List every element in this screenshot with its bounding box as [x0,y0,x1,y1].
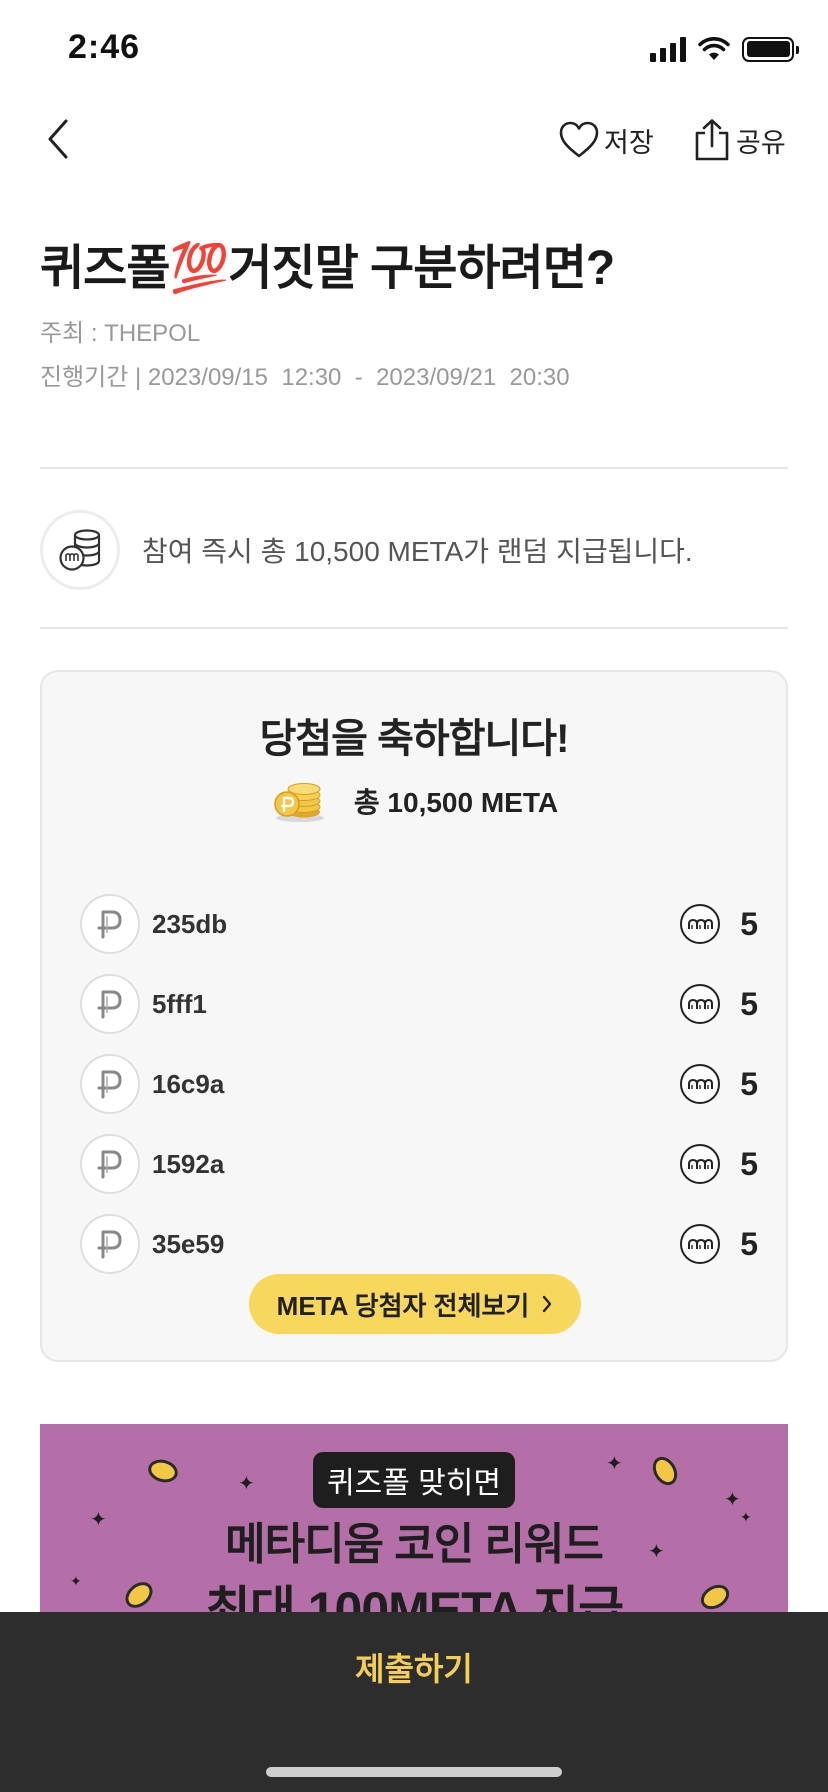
chevron-left-icon [48,119,68,159]
winner-id: 235db [152,908,228,939]
pol-logo-icon [97,990,122,1019]
banner-pill: 퀴즈폴 맞히면 [313,1452,515,1508]
coin-decoration-icon [647,1452,683,1490]
winner-id: 5fff1 [152,988,207,1019]
avatar [80,1214,140,1274]
winner-amount: 5 [740,1145,758,1182]
pol-logo-icon [97,1150,122,1179]
avatar [80,974,140,1034]
pol-logo-icon [97,1230,122,1259]
winner-row: 16c9a 5 [80,1044,758,1124]
winner-amount: 5 [740,905,758,942]
share-label: 공유 [736,127,786,158]
reward-info: 참여 즉시 총 10,500 META가 랜덤 지급됩니다. [40,509,788,591]
meta-coin-icon [680,984,720,1024]
sparkle-icon: ✦ [724,1489,741,1511]
chevron-right-icon [543,1295,552,1313]
gold-coins-icon [274,783,324,822]
coin-decoration-icon [145,1456,181,1486]
back-button[interactable] [40,114,80,164]
winner-row: 1592a 5 [80,1124,758,1204]
banner-headline: 메타디움 코인 리워드 [225,1520,604,1569]
pol-logo-icon [97,1070,122,1099]
meta-coin-icon [680,1064,720,1104]
status-time: 2:46 [68,28,141,66]
avatar [80,1134,140,1194]
winner-amount: 5 [740,985,758,1022]
save-button[interactable]: 저장 [558,116,654,164]
view-all-winners-button[interactable]: META 당첨자 전체보기 [249,1274,581,1334]
reward-text: 참여 즉시 총 10,500 META가 랜덤 지급됩니다. [142,536,693,567]
meta-coin-icon [680,1224,720,1264]
submit-button[interactable]: 제출하기 [0,1612,828,1722]
meta-coin-icon [680,1144,720,1184]
period-text: 진행기간 | 2023/09/15 12:30 - 2023/09/21 20:… [40,364,570,391]
sparkle-icon: ✦ [238,1473,255,1495]
coin-stack-icon [40,510,120,590]
host-text: 주최 : THEPOL [40,320,201,347]
winner-list: 235db 5 5fff1 5 16c9a 5 1592a 5 35e59 5 [80,884,758,1284]
winner-id: 16c9a [152,1068,225,1099]
winner-row: 35e59 5 [80,1204,758,1284]
promo-banner[interactable]: ✦ ✦ ✦ ✦ ✦ ✦ ✦ 퀴즈폴 맞히면 메타디움 코인 리워드 최대 100… [40,1424,788,1612]
nav-bar: 저장 공유 [0,100,828,180]
winner-row: 5fff1 5 [80,964,758,1044]
page-title: 퀴즈폴💯거짓말 구분하려면? [40,242,615,295]
cellular-signal-icon [650,36,686,62]
avatar [80,894,140,954]
winner-id: 1592a [152,1148,225,1179]
avatar [80,1054,140,1114]
sparkle-icon: ✦ [606,1453,623,1475]
meta-coin-icon [680,904,720,944]
home-indicator [266,1767,562,1777]
wifi-icon [698,37,730,60]
winner-id: 35e59 [152,1228,225,1259]
winner-row: 235db 5 [80,884,758,964]
pol-logo-icon [97,910,122,939]
total-reward-text: 총 10,500 META [353,787,559,818]
winner-amount: 5 [740,1065,758,1102]
banner-subheadline: 최대 100META 지급 [204,1582,624,1612]
status-bar: 2:46 [0,0,828,100]
share-icon [695,119,729,161]
divider-bottom [40,627,788,629]
divider-top [40,467,788,469]
bottom-bar: 제출하기 [0,1612,828,1792]
heart-icon [559,121,599,158]
winners-title: 당첨을 축하합니다! [259,717,570,761]
winners-card: 당첨을 축하합니다! 총 10,500 META 235db 5 5fff1 5… [40,670,788,1362]
share-button[interactable]: 공유 [692,116,786,164]
save-label: 저장 [604,127,654,158]
status-icons [650,36,799,62]
total-reward-row: 총 10,500 META [42,778,786,824]
battery-icon [742,36,799,62]
view-all-label: META 당첨자 전체보기 [276,1290,530,1321]
winner-amount: 5 [740,1225,758,1262]
